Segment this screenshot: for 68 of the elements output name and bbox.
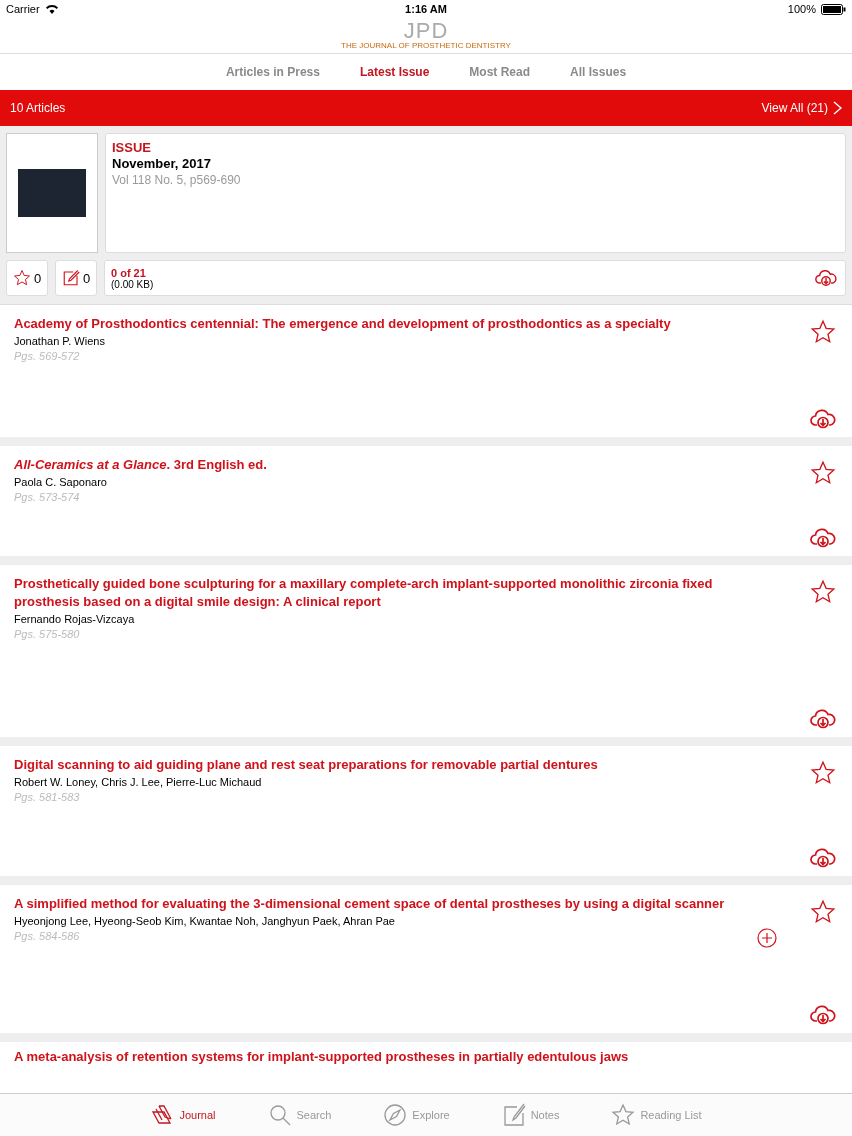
- article-pages: Pgs. 573-574: [14, 491, 81, 503]
- chevron-right-icon: [833, 101, 842, 115]
- cover-card[interactable]: [6, 133, 98, 253]
- wifi-icon: [44, 4, 59, 14]
- tab-bar-item[interactable]: Journal: [150, 1103, 216, 1127]
- add-icon[interactable]: [757, 928, 777, 948]
- notes-count-button[interactable]: 0: [55, 260, 97, 296]
- article-card[interactable]: Academy of Prosthodontics centennial: The emergence and development of prosthodontics as a specialty Jonathan P. Wiens Pgs. 569-572: [0, 305, 852, 437]
- article-authors: Jonathan P. Wiens: [14, 335, 106, 347]
- star-icon[interactable]: [810, 760, 836, 786]
- star-icon[interactable]: [810, 899, 836, 925]
- article-title[interactable]: A meta-analysis of retention systems for implant-supported prostheses in partially edentulous jaws: [14, 1048, 629, 1087]
- article-count: 10 Articles: [10, 101, 66, 115]
- article-title[interactable]: All-Ceramics at a Glance. 3rd English ed.: [14, 456, 768, 474]
- download-size: (0.00 KB): [111, 278, 154, 290]
- article-authors: Hyeonjong Lee, Hyeong-Seob Kim, Kwantae Noh, Janghyun Paek, Ahran Pae: [14, 915, 396, 927]
- article-title[interactable]: A simplified method for evaluating the 3-dimensional cement space of dental prostheses by using a digital scanner: [14, 895, 768, 913]
- download-icon[interactable]: [810, 709, 836, 729]
- carrier-label: Carrier: [6, 3, 40, 15]
- search-icon: [267, 1103, 292, 1127]
- notepad-icon: [61, 269, 80, 287]
- issue-volume: Vol 118 No. 5, p569-690: [112, 173, 242, 187]
- section-tab[interactable]: All Issues: [570, 65, 627, 79]
- article-card[interactable]: [0, 565, 852, 737]
- download-icon[interactable]: [810, 848, 836, 868]
- section-tab[interactable]: Articles in Press: [225, 65, 320, 79]
- article-authors: Fernando Rojas-Vizcaya: [14, 613, 136, 625]
- tab-bar-item[interactable]: Search: [267, 1103, 332, 1127]
- article-card[interactable]: A simplified method for evaluating the 3-dimensional cement space of dental prostheses by using a digital scanner Hyeonjong Lee, Hyeong-Seob Kim, Kwantae Noh, Janghyun Paek, Ahran Pae Pgs. 584-586: [0, 885, 852, 1033]
- article-title[interactable]: Academy of Prosthodontics centennial: The emergence and development of prosthodontics as a specialty: [14, 315, 768, 333]
- issue-label: ISSUE: [112, 140, 152, 155]
- cover-image-placeholder: [18, 169, 86, 217]
- battery-percent: 100%: [787, 3, 816, 15]
- article-card[interactable]: Digital scanning to aid guiding plane and rest seat preparations for removable partial dentures Robert W. Loney, Chris J. Lee, Pierre-Luc Michaud Pgs. 581-583: [0, 746, 852, 876]
- article-card[interactable]: All-Ceramics at a Glance. 3rd English ed. Paola C. Saponaro Pgs. 573-574: [0, 446, 852, 556]
- star-icon[interactable]: [810, 319, 836, 345]
- article-authors: Paola C. Saponaro: [14, 476, 108, 488]
- clock-time: 1:16 AM: [405, 3, 447, 15]
- star-icon: [12, 269, 31, 287]
- tab-bar-item[interactable]: Explore: [383, 1103, 450, 1127]
- article-pages: Pgs. 581-583: [14, 791, 81, 803]
- battery-icon: [821, 3, 846, 15]
- download-icon[interactable]: [810, 528, 836, 548]
- issue-date: November, 2017: [112, 156, 212, 171]
- section-tab[interactable]: Latest Issue: [360, 65, 430, 79]
- section-tab[interactable]: Most Read: [469, 65, 531, 79]
- article-pages: Pgs. 575-580: [14, 628, 81, 640]
- tab-bar-item[interactable]: Reading List: [611, 1103, 702, 1127]
- logo-letters: JPD: [403, 20, 449, 41]
- tab-bar-item[interactable]: Notes: [501, 1103, 560, 1127]
- star-icon[interactable]: [810, 579, 836, 605]
- logo-subtitle: THE JOURNAL OF PROSTHETIC DENTISTRY: [341, 40, 511, 51]
- star-icon: [611, 1103, 636, 1127]
- download-count: 0 of 21: [111, 266, 147, 279]
- view-all-link[interactable]: View All (21): [761, 101, 842, 115]
- compass-icon: [383, 1103, 408, 1127]
- star-icon[interactable]: [810, 460, 836, 486]
- article-title[interactable]: Digital scanning to aid guiding plane and rest seat preparations for removable partial dentures: [14, 756, 768, 774]
- download-icon[interactable]: [810, 1005, 836, 1025]
- article-pages: Pgs. 569-572: [14, 350, 81, 362]
- article-pages: Pgs. 584-586: [14, 930, 81, 942]
- notepad-icon: [501, 1103, 526, 1127]
- download-icon[interactable]: [815, 269, 837, 287]
- article-title[interactable]: Prosthetically guided bone sculpturing for a maxillary complete-arch implant-supported monolithic zirconia fixed prosthesis based on a digital smile design: A clinical report: [14, 575, 768, 611]
- article-card[interactable]: A meta-analysis of retention systems for implant-supported prostheses in partially edentulous jaws: [0, 1042, 852, 1093]
- starred-count-button[interactable]: 0: [6, 260, 48, 296]
- download-icon[interactable]: [810, 409, 836, 429]
- article-authors: Robert W. Loney, Chris J. Lee, Pierre-Luc Michaud: [14, 776, 263, 788]
